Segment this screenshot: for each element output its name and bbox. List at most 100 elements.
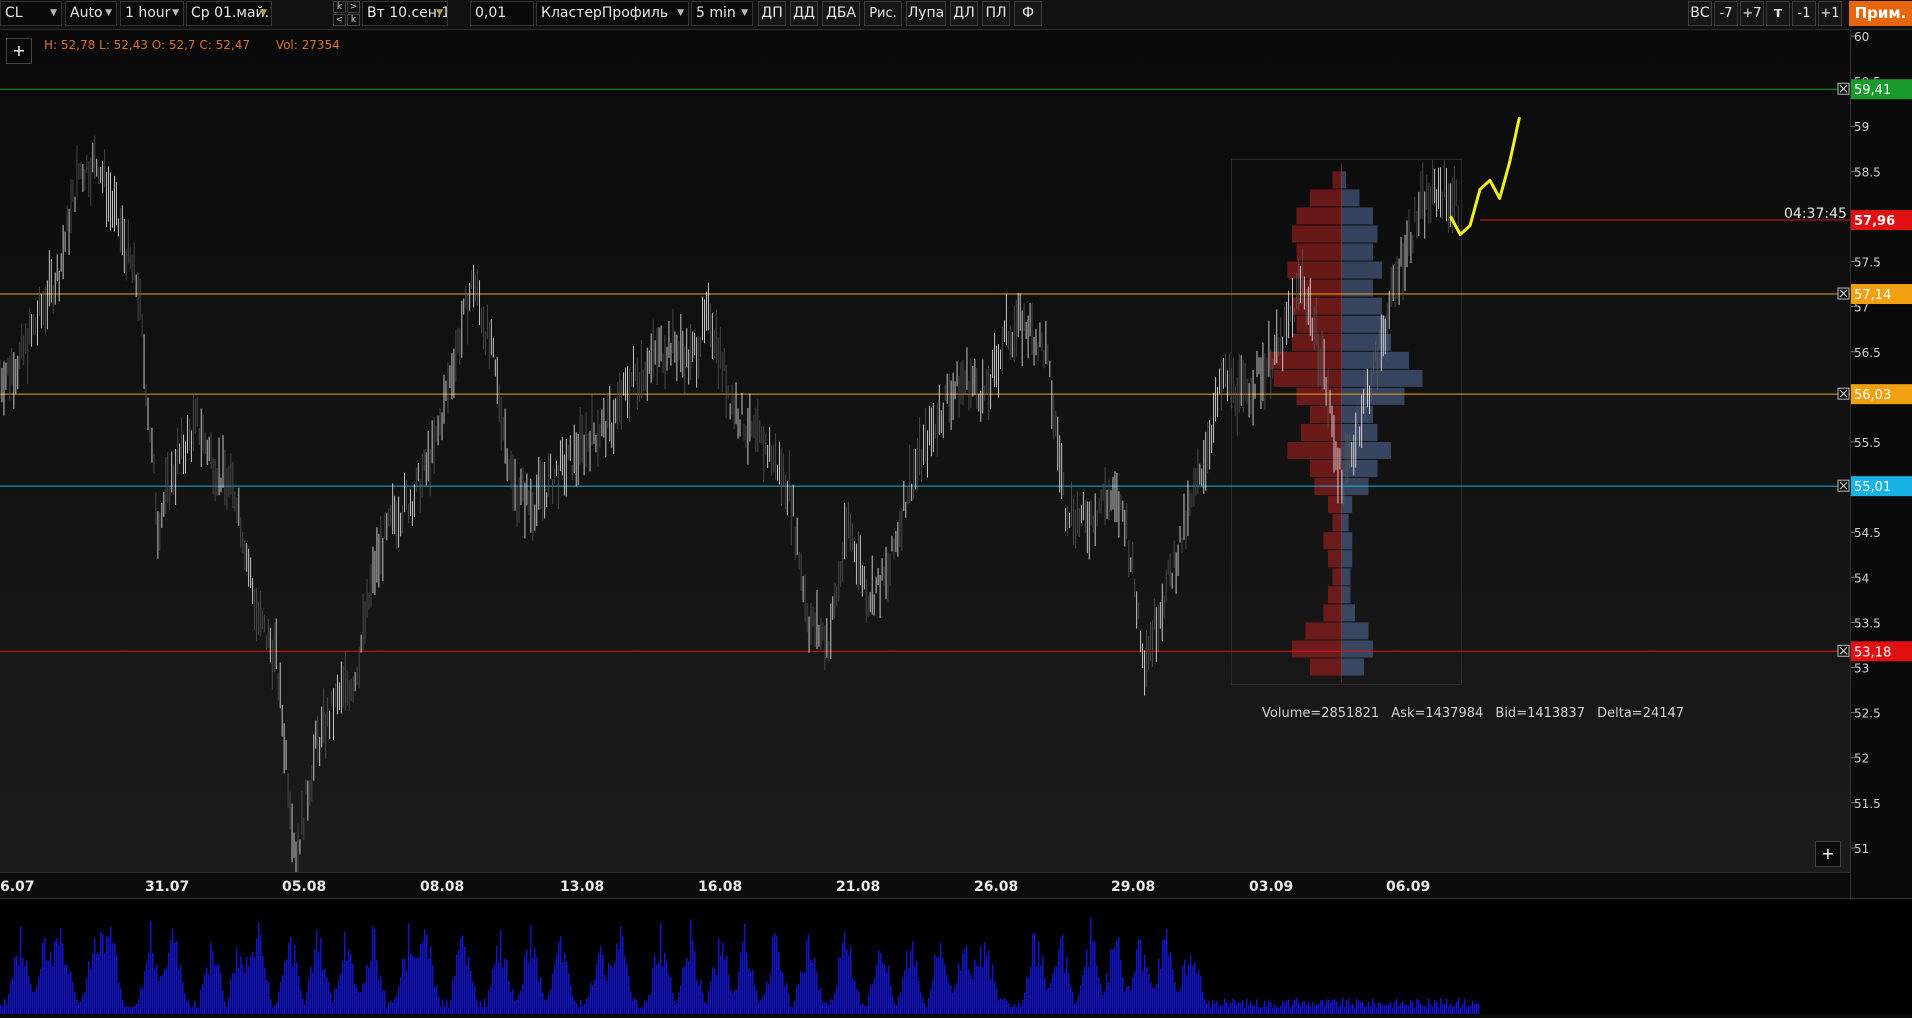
time-axis[interactable]: 6.07 31.07 05.08 08.08 13.08 16.08 21.08 26.08 2… [0, 872, 1850, 899]
volume-bar [344, 932, 346, 1014]
price-axis[interactable]: 6059.55958.55857.55756.55655.55554.55453… [1850, 30, 1912, 898]
volume-bar [618, 949, 620, 1014]
add-panel-button[interactable]: + [1815, 841, 1841, 867]
volume-bar [814, 957, 816, 1014]
y-tick-label: 54.5 [1854, 526, 1881, 540]
dd-button[interactable]: ДД [790, 1, 818, 26]
date-nav-arrow-1[interactable]: k [333, 1, 346, 13]
magnifier-button[interactable]: Лупа [906, 1, 946, 26]
volume-bar [1046, 989, 1048, 1014]
volume-bar [248, 966, 250, 1014]
volume-bar [256, 938, 258, 1014]
volume-chart-svg [0, 917, 1480, 1014]
scale-mode-select[interactable]: Auto ▼ [65, 1, 117, 26]
volume-bar [540, 976, 542, 1014]
cluster-period-select[interactable]: 5 min ▼ [691, 1, 753, 26]
date-nav-arrow-2[interactable]: > [347, 1, 360, 13]
f-button[interactable]: Ф [1014, 1, 1042, 26]
profile-bid-bar [1291, 333, 1342, 351]
volume-bar [878, 950, 880, 1014]
volume-bar [1204, 998, 1206, 1014]
t-button[interactable]: т [1766, 1, 1790, 26]
chart-mode-select[interactable]: КластерПрофиль ▼ [536, 1, 689, 26]
volume-bar [832, 1000, 834, 1014]
volume-bar [244, 973, 246, 1014]
date-to-picker[interactable]: Вт 10.сен.19 ▼ [362, 1, 448, 26]
add-indicator-button[interactable]: + [6, 38, 32, 64]
volume-bar [784, 986, 786, 1014]
volume-bar [1368, 1001, 1370, 1014]
volume-bar [1196, 974, 1198, 1014]
volume-bar [908, 967, 910, 1014]
volume-bar [628, 975, 630, 1014]
dp-button[interactable]: ДП [758, 1, 786, 26]
volume-bar [138, 999, 140, 1014]
volume-bar [388, 1002, 390, 1014]
volume-bar [626, 963, 628, 1014]
symbol-select[interactable]: CL ▼ [0, 1, 62, 26]
volume-bar [316, 930, 318, 1014]
y-tick-label: 53.5 [1854, 616, 1881, 630]
profile-ask-bar [1341, 243, 1373, 261]
volume-bar [26, 960, 28, 1014]
volume-bar [62, 943, 64, 1014]
date-nav-arrow-3[interactable]: < [333, 14, 346, 26]
vs-button[interactable]: ВС [1688, 1, 1712, 26]
date-from-picker[interactable]: Ср 01.май.19 ▼ [186, 1, 272, 26]
volume-bar [334, 988, 336, 1014]
volume-bar [1164, 939, 1166, 1014]
pl-button[interactable]: ПЛ [982, 1, 1010, 26]
draw-button[interactable]: Рис. [864, 1, 902, 26]
volume-bar [528, 962, 530, 1014]
toolbar: CL ▼ Auto ▼ 1 hour ▼ Ср 01.май.19 ▼ k > … [0, 0, 1912, 30]
volume-bar [292, 966, 294, 1014]
volume-bar [544, 1000, 546, 1014]
volume-bar [84, 992, 86, 1014]
profile-volume: Volume=2851821 [1262, 706, 1380, 721]
volume-bar [1124, 991, 1126, 1014]
volume-bar [656, 964, 658, 1014]
volume-bar [428, 958, 430, 1014]
minus1-button[interactable]: -1 [1792, 1, 1816, 26]
dba-button[interactable]: ДБА [822, 1, 860, 26]
volume-bar [810, 959, 812, 1014]
plus7-button[interactable]: +7 [1740, 1, 1764, 26]
period-select[interactable]: 1 hour ▼ [120, 1, 184, 26]
volume-bar [1050, 982, 1052, 1014]
chevron-down-icon: ▼ [172, 8, 179, 18]
volume-bar [734, 989, 736, 1014]
volume-bar [646, 1002, 648, 1014]
volume-bar [404, 958, 406, 1014]
volume-bar [744, 923, 746, 1014]
volume-bar [394, 998, 396, 1014]
volume-bar [472, 981, 474, 1014]
volume-bar [1172, 969, 1174, 1014]
volume-bar [40, 968, 42, 1014]
volume-bar [1414, 1007, 1416, 1014]
volume-bar [36, 986, 38, 1014]
volume-bar [1476, 1002, 1478, 1014]
volume-bar [12, 977, 14, 1014]
volume-bar [840, 957, 842, 1014]
volume-bar [1136, 949, 1138, 1014]
volume-bar [1028, 977, 1030, 1014]
y-tick-label: 57.5 [1854, 256, 1881, 270]
volume-bar [554, 964, 556, 1014]
volume-bar [372, 926, 374, 1014]
volume-bar [916, 961, 918, 1014]
volume-bar [600, 946, 602, 1014]
volume-bar [754, 986, 756, 1014]
volume-bar [830, 999, 832, 1014]
minus7-button[interactable]: -7 [1714, 1, 1738, 26]
volume-bar [1358, 1000, 1360, 1014]
tick-size-input[interactable]: 0,01 [470, 1, 534, 26]
dl-button[interactable]: ДЛ [950, 1, 978, 26]
volume-bar [1044, 977, 1046, 1014]
volume-bar [1390, 1001, 1392, 1014]
volume-bar [1162, 939, 1164, 1014]
plus1-button[interactable]: +1 [1818, 1, 1842, 26]
volume-bar [1286, 1000, 1288, 1014]
apply-button[interactable]: Прим. [1849, 1, 1912, 26]
price-chart-area[interactable] [0, 30, 1850, 889]
date-nav-arrow-4[interactable]: k [347, 14, 360, 26]
